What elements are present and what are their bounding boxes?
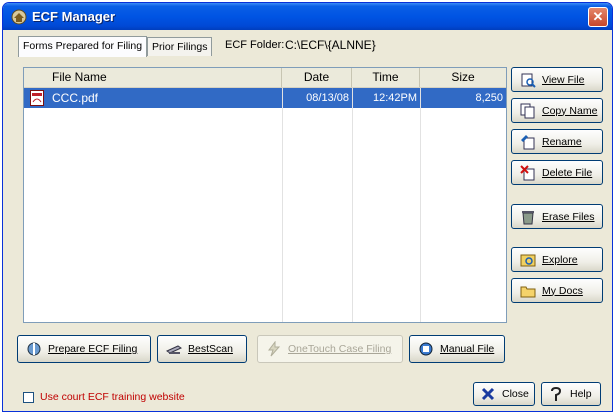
manual-file-button[interactable]: Manual File: [409, 335, 505, 363]
onetouch-case-filing-label: OneTouch Case Filing: [288, 343, 392, 355]
training-website-option[interactable]: Use court ECF training website: [23, 391, 185, 403]
title-bar[interactable]: ECF Manager ✕: [3, 3, 612, 30]
copy-name-button[interactable]: Copy Name: [511, 98, 603, 123]
delete-file-button[interactable]: Delete File: [511, 160, 603, 185]
delete-file-label: Delete File: [542, 166, 593, 179]
file-size-cell: 8,250: [475, 92, 503, 104]
rename-button[interactable]: Rename: [511, 129, 603, 154]
table-row[interactable]: CCC.pdf 08/13/08 12:42PM 8,250: [24, 88, 506, 108]
column-header-time[interactable]: Time: [352, 68, 420, 87]
help-label: Help: [570, 388, 592, 400]
explore-label: Explore: [542, 253, 578, 266]
copy-name-icon: [520, 103, 535, 118]
lightning-icon: [268, 341, 281, 357]
column-header-file-name[interactable]: File Name: [24, 68, 282, 87]
scanner-icon: [166, 345, 182, 354]
window-close-button[interactable]: ✕: [588, 7, 608, 27]
prepare-ecf-filing-button[interactable]: Prepare ECF Filing: [17, 335, 151, 363]
my-docs-icon: [520, 286, 536, 297]
ecf-manager-window: ECF Manager ✕ Forms Prepared for Filing …: [2, 2, 613, 412]
prepare-ecf-filing-label: Prepare ECF Filing: [48, 343, 138, 355]
pdf-file-icon: [30, 90, 44, 106]
bestscan-button[interactable]: BestScan: [157, 335, 247, 363]
view-file-label: View File: [542, 73, 585, 86]
window-title: ECF Manager: [32, 9, 116, 24]
my-docs-button[interactable]: My Docs: [511, 278, 603, 303]
bestscan-label: BestScan: [188, 343, 233, 355]
close-x-icon: [481, 387, 495, 401]
training-website-label: Use court ECF training website: [40, 391, 185, 403]
column-divider: [352, 88, 353, 322]
onetouch-case-filing-button[interactable]: OneTouch Case Filing: [257, 335, 403, 363]
app-icon: [11, 9, 27, 24]
ecf-folder-label: ECF Folder:: [225, 39, 285, 51]
manual-file-label: Manual File: [440, 343, 495, 355]
column-header-date[interactable]: Date: [282, 68, 352, 87]
explore-button[interactable]: Explore: [511, 247, 603, 272]
file-time-cell: 12:42PM: [372, 92, 417, 104]
erase-files-label: Erase Files: [542, 210, 595, 223]
rename-label: Rename: [542, 135, 582, 148]
view-file-button[interactable]: View File: [511, 67, 603, 92]
list-header: File Name Date Time Size: [24, 68, 506, 88]
file-date-cell: 08/13/08: [306, 92, 349, 104]
delete-file-icon: [520, 164, 535, 180]
tab-strip: Forms Prepared for Filing Prior Filings: [18, 36, 213, 57]
copy-name-label: Copy Name: [542, 104, 598, 117]
close-label: Close: [502, 388, 529, 400]
tab-prior-filings[interactable]: Prior Filings: [147, 37, 213, 56]
help-icon: [551, 386, 562, 401]
ecf-folder-path: C:\ECF\{ALNNE}: [285, 38, 376, 52]
file-list[interactable]: File Name Date Time Size CCC.pdf 08/13/0…: [23, 67, 507, 323]
help-button[interactable]: Help: [541, 382, 601, 406]
my-docs-label: My Docs: [542, 284, 583, 297]
explore-icon: [520, 254, 536, 266]
rename-icon: [521, 134, 535, 149]
erase-files-button[interactable]: Erase Files: [511, 204, 603, 229]
erase-files-icon: [522, 210, 534, 224]
manual-file-icon: [419, 342, 433, 356]
training-website-checkbox[interactable]: [23, 391, 34, 403]
column-divider: [282, 88, 283, 322]
file-name-cell: CCC.pdf: [52, 91, 99, 105]
view-file-icon: [521, 73, 536, 88]
column-divider: [420, 88, 421, 322]
tab-forms-prepared[interactable]: Forms Prepared for Filing: [18, 36, 148, 57]
column-header-size[interactable]: Size: [420, 68, 506, 87]
close-button[interactable]: Close: [473, 382, 535, 406]
prepare-filing-icon: [27, 342, 41, 356]
